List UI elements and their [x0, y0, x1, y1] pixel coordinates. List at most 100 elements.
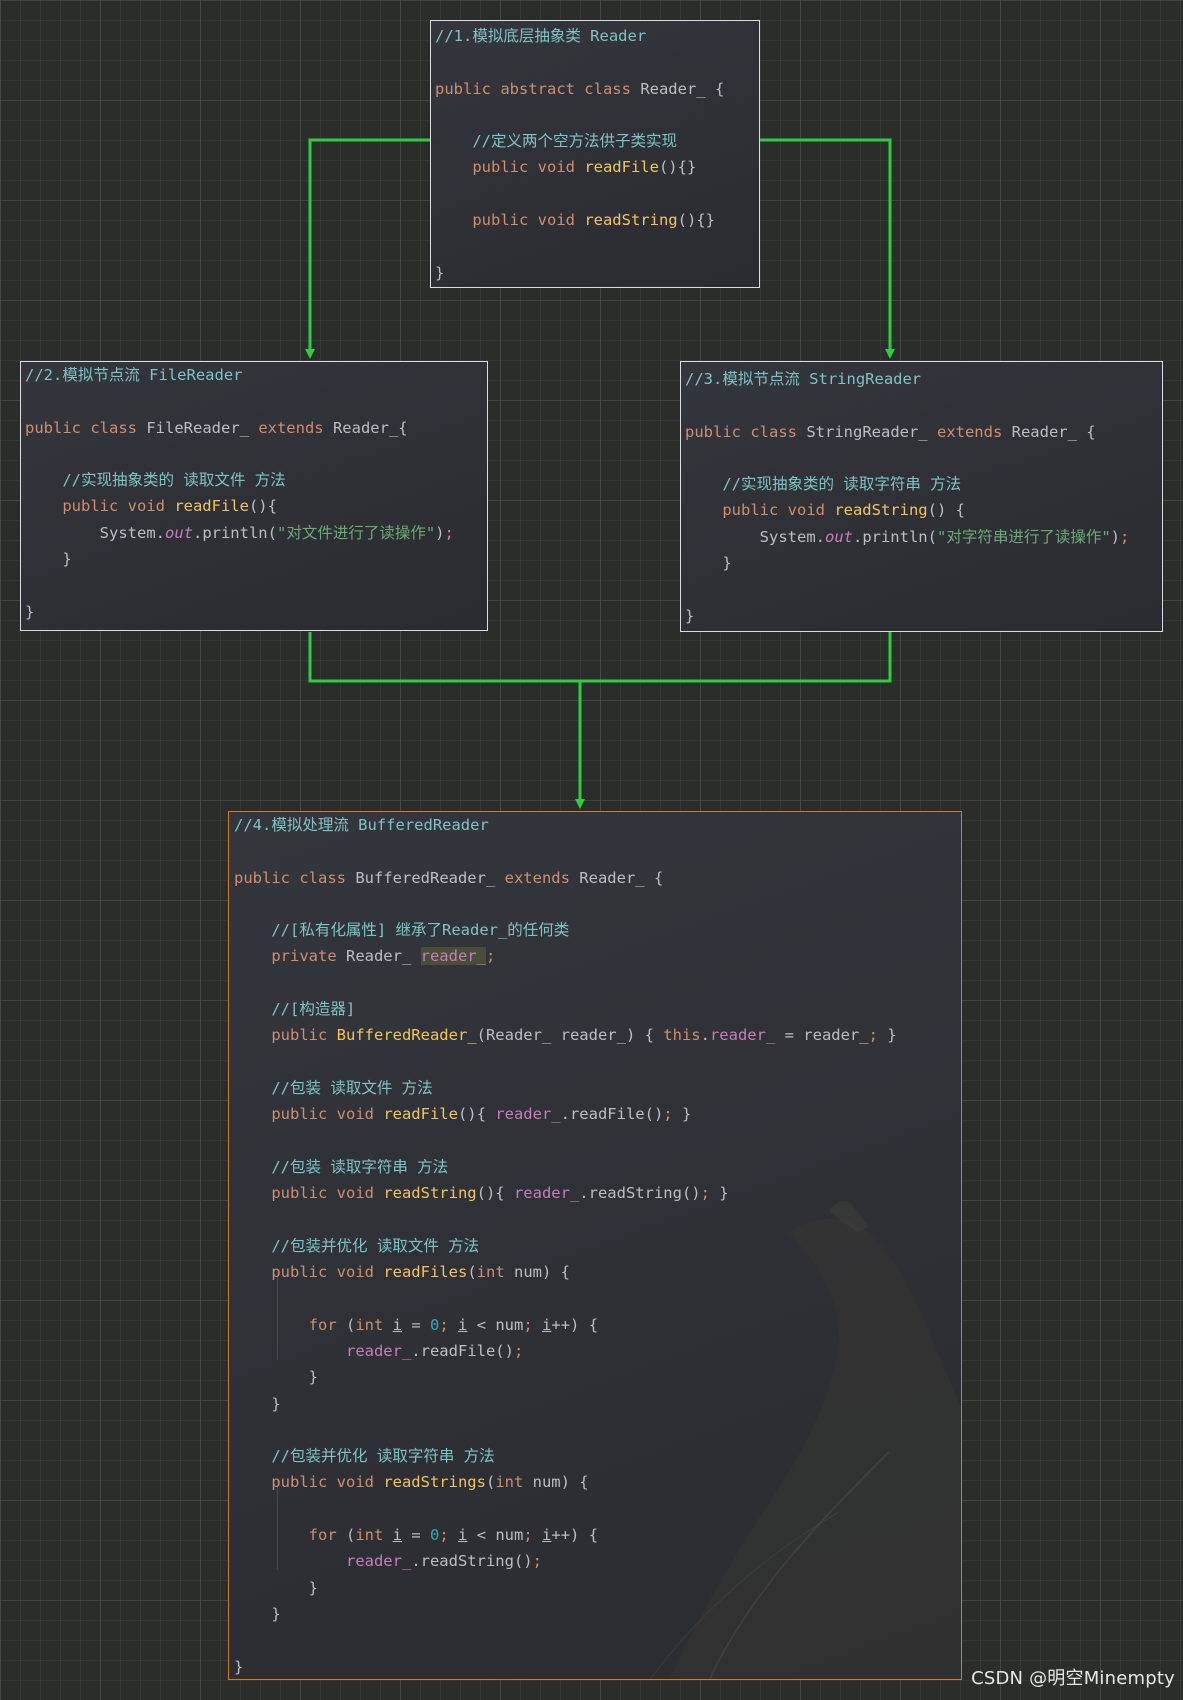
code-token: //定义两个空方法供子类实现	[472, 132, 677, 151]
code-token: //实现抽象类的 读取字符串 方法	[722, 475, 962, 494]
code-token: .println(	[852, 527, 937, 546]
code-token: public void	[62, 497, 175, 516]
code-line: //[私有化属性] 继承了Reader_的任何类	[234, 917, 961, 943]
code-token: }	[25, 602, 35, 621]
code-token: i	[542, 1526, 552, 1545]
code-token: }	[234, 1578, 318, 1597]
filereader-code-box: //2.模拟节点流 FileReader public class FileRe…	[20, 361, 488, 631]
code-token: readFile	[584, 158, 659, 177]
code-token: public	[271, 1026, 337, 1045]
code-token: < num	[467, 1526, 524, 1545]
code-token: ;	[439, 1315, 459, 1334]
code-line: //4.模拟处理流 BufferedReader	[234, 812, 961, 838]
code-token: reader_	[709, 1026, 776, 1045]
code-token: }	[234, 1368, 318, 1387]
code-line: public void readFile(){}	[435, 154, 759, 180]
code-token: (	[345, 1526, 356, 1545]
code-token: int	[476, 1263, 514, 1282]
code-token: ;	[532, 1552, 542, 1571]
code-token: 0	[430, 1315, 440, 1334]
code-token: public void	[271, 1263, 384, 1282]
code-token: ;	[523, 1526, 543, 1545]
code-token: extends	[936, 422, 1012, 441]
code-token: //[私有化属性] 继承了Reader_的任何类	[271, 921, 570, 940]
code-line: }	[234, 1364, 961, 1390]
arrow-reader-to-filereader	[305, 138, 430, 359]
code-token: num) {	[532, 1473, 589, 1492]
code-token: ;	[485, 947, 496, 966]
watermark: CSDN @明空Minempty	[971, 1668, 1175, 1689]
code-token: num) {	[513, 1263, 570, 1282]
code-token: extends	[258, 418, 333, 437]
code-line: for (int i = 0; i < num; i++) {	[234, 1522, 961, 1548]
code-token: Reader_ {	[579, 868, 664, 887]
code-token: ;	[523, 1315, 543, 1334]
code-token: public void	[271, 1184, 384, 1203]
code-token: this	[663, 1026, 701, 1045]
code-token: readString	[834, 501, 928, 520]
code-line: System.out.println("对文件进行了读操作");	[25, 520, 487, 546]
code-token: System.	[685, 527, 825, 546]
code-token: i	[542, 1315, 552, 1334]
code-token: }	[234, 1657, 244, 1676]
code-token: //包装 读取文件 方法	[271, 1078, 433, 1097]
code-token: ;	[700, 1184, 710, 1203]
code-token: extends	[504, 868, 580, 887]
code-line: public abstract class Reader_ {	[435, 76, 759, 102]
code-token: for	[308, 1315, 346, 1334]
code-line: public void readFile(){	[25, 493, 487, 519]
code-token: }	[672, 1105, 692, 1124]
code-token: }	[25, 550, 72, 569]
code-line: //实现抽象类的 读取文件 方法	[25, 467, 487, 493]
code-token: }	[234, 1394, 281, 1413]
code-token: (	[345, 1315, 356, 1334]
code-token: ++) {	[551, 1315, 599, 1334]
code-token: out	[824, 527, 853, 546]
code-token: reader_	[420, 947, 486, 966]
code-token: public class	[685, 422, 807, 441]
code-line: }	[685, 603, 1162, 629]
code-token: out	[164, 523, 193, 542]
code-token: readString	[584, 211, 678, 230]
code-token: StringReader_	[806, 422, 937, 441]
code-line: }	[435, 260, 759, 286]
code-token: //包装并优化 读取文件 方法	[271, 1236, 480, 1255]
code-token: (Reader_ reader_) {	[476, 1026, 664, 1045]
code-token: (){	[248, 497, 277, 516]
code-token: //实现抽象类的 读取文件 方法	[62, 471, 286, 490]
code-token: }	[685, 606, 695, 625]
code-token: BufferedReader_	[336, 1026, 477, 1045]
code-line: public void readString(){ reader_.readSt…	[234, 1180, 961, 1206]
code-line: public void readString(){}	[435, 207, 759, 233]
code-token: public void	[472, 211, 585, 230]
bufferedreader-code-box: //4.模拟处理流 BufferedReader public class Bu…	[228, 811, 962, 1680]
code-token: (	[467, 1263, 477, 1282]
code-token: .readFile()	[411, 1341, 514, 1360]
code-line: public void readString() {	[685, 497, 1162, 523]
code-line: //包装 读取文件 方法	[234, 1075, 961, 1101]
code-line: //实现抽象类的 读取字符串 方法	[685, 471, 1162, 497]
code-token: readFile	[174, 497, 249, 516]
code-token: }	[234, 1604, 281, 1623]
code-token: public void	[722, 501, 835, 520]
code-line: public class BufferedReader_ extends Rea…	[234, 865, 961, 891]
code-line: //1.模拟底层抽象类 Reader	[435, 23, 759, 49]
